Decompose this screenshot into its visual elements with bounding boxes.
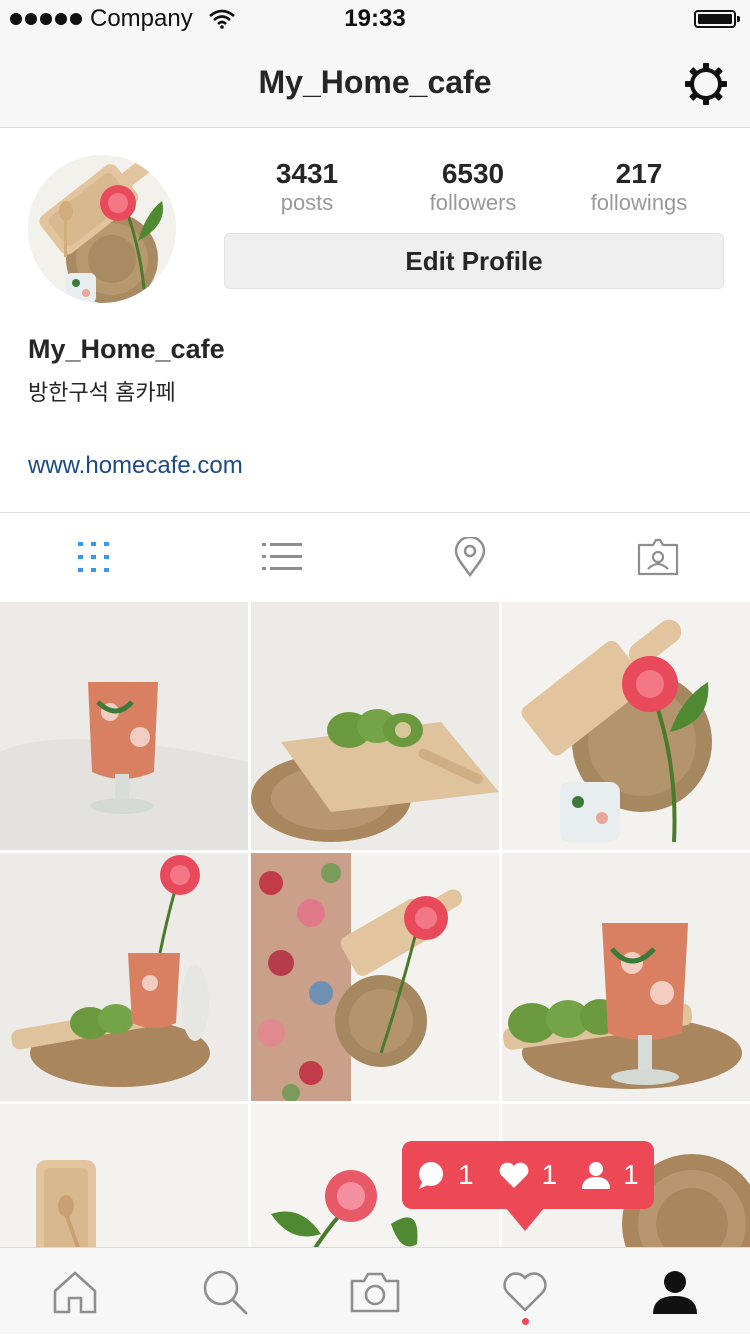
tab-profile[interactable]: [600, 1248, 750, 1335]
follows-count: 1: [623, 1159, 639, 1190]
comments-activity: 1: [416, 1159, 474, 1191]
follows-activity: 1: [581, 1159, 639, 1191]
followers-label: followers: [429, 190, 517, 215]
likes-activity: 1: [498, 1159, 558, 1191]
photo-tile[interactable]: [502, 853, 750, 1101]
comments-count: 1: [458, 1159, 474, 1190]
tab-list[interactable]: [188, 513, 376, 601]
home-icon: [53, 1271, 97, 1313]
profile-icon: [653, 1270, 697, 1314]
profile-username: My_Home_cafe: [28, 334, 225, 364]
camera-icon: [350, 1272, 400, 1312]
tab-grid[interactable]: [0, 513, 188, 601]
posts-count: 3431: [275, 158, 339, 189]
top-navigation-bar: My_Home_cafe: [0, 40, 750, 128]
profile-view-tabs: [0, 513, 750, 601]
photo-tile[interactable]: [502, 602, 750, 850]
avatar[interactable]: [28, 155, 176, 303]
stat-posts[interactable]: 3431 posts: [224, 158, 390, 216]
profile-bio: 방한구석 홈카페: [28, 380, 176, 405]
photo-tile[interactable]: [251, 853, 499, 1101]
status-bar: Company 19:33: [0, 0, 750, 40]
followings-count: 217: [615, 158, 663, 189]
activity-indicator-dot: [522, 1318, 529, 1325]
heart-icon: [499, 1162, 528, 1188]
edit-profile-button[interactable]: Edit Profile: [224, 233, 724, 289]
photo-tile[interactable]: [0, 853, 248, 1101]
heart-icon: [503, 1271, 547, 1311]
grid-icon: [78, 542, 109, 572]
tagged-photos-icon: [637, 538, 679, 576]
likes-count: 1: [541, 1159, 558, 1190]
tab-camera[interactable]: [300, 1248, 450, 1335]
photo-tile[interactable]: [0, 602, 248, 850]
profile-stats: 3431 posts 6530 followers 217 followings: [224, 158, 724, 218]
tab-search[interactable]: [150, 1248, 300, 1335]
stat-followings[interactable]: 217 followings: [556, 158, 722, 216]
activity-notification-bubble[interactable]: 1 1 1: [402, 1141, 654, 1231]
tab-location[interactable]: [376, 513, 564, 601]
tab-home[interactable]: [0, 1248, 150, 1335]
followings-label: followings: [590, 190, 688, 215]
list-icon: [262, 543, 302, 570]
clock: 19:33: [344, 5, 406, 32]
bottom-tab-bar: [0, 1247, 750, 1334]
search-icon: [203, 1270, 248, 1314]
tab-tagged[interactable]: [564, 513, 750, 601]
location-pin-icon: [454, 537, 486, 577]
person-icon: [582, 1162, 611, 1189]
photo-tile[interactable]: [0, 1104, 248, 1247]
posts-label: posts: [280, 190, 334, 215]
followers-count: 6530: [441, 158, 505, 189]
battery-icon: [694, 10, 740, 28]
stat-followers[interactable]: 6530 followers: [390, 158, 556, 216]
profile-website-link[interactable]: www.homecafe.com: [28, 452, 243, 480]
photo-tile[interactable]: [251, 602, 499, 850]
gear-icon[interactable]: [684, 62, 728, 106]
page-title: My_Home_cafe: [258, 64, 492, 100]
comment-bubble-icon: [419, 1162, 443, 1189]
